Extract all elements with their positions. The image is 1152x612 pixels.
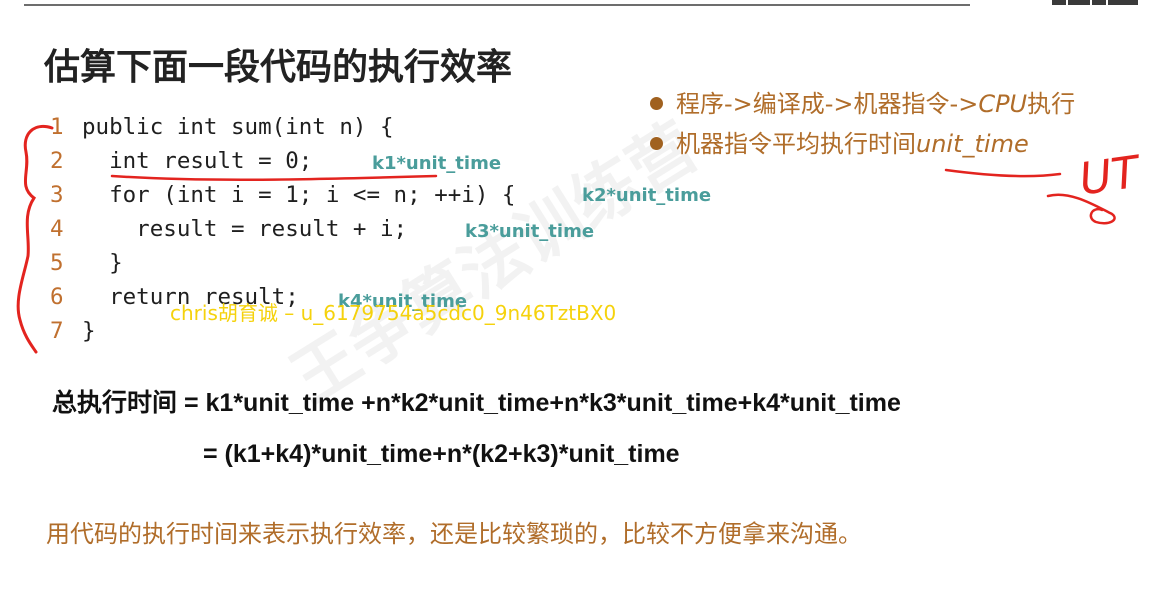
line-number: 6 [50, 284, 64, 310]
bullet-item: 机器指令平均执行时间unit_time [650, 126, 1075, 166]
code-line: 2 int result = 0; [50, 144, 312, 178]
line-number: 7 [50, 318, 64, 344]
line-number: 1 [50, 114, 64, 140]
bullet-text: 机器指令平均执行时间 [676, 130, 916, 158]
line-number: 4 [50, 216, 64, 242]
cost-annotation-k1: k1*unit_time [372, 153, 502, 174]
code-line: 7} [50, 314, 96, 348]
code-line: 3 for (int i = 1; i <= n; ++i) { [50, 178, 515, 212]
background-watermark: 王争算法训练营 [277, 107, 711, 419]
handwritten-ut: UT [1076, 146, 1145, 205]
line-number: 3 [50, 182, 64, 208]
code-text: public int sum(int n) { [82, 114, 394, 140]
code-line: 4 result = result + i; [50, 212, 407, 246]
slide-title: 估算下面一段代码的执行效率 [44, 47, 513, 88]
code-text: result = result + i; [82, 216, 408, 242]
cost-annotation-k3: k3*unit_time [465, 221, 595, 242]
bullet-text: 程序->编译成->机器指令-> [676, 90, 979, 118]
bullet-item: 程序->编译成->机器指令->CPU执行 [650, 86, 1075, 126]
cost-annotation-k2: k2*unit_time [582, 185, 712, 206]
code-line: 1 public int sum(int n) { [50, 110, 394, 144]
pen-tilde-mark [1046, 193, 1116, 225]
top-divider [24, 4, 970, 6]
code-text: int result = 0; [82, 148, 313, 174]
code-text: } [82, 318, 96, 344]
bullet-emphasis: CPU [978, 90, 1028, 118]
line-number: 5 [50, 250, 64, 276]
bullet-list: 程序->编译成->机器指令->CPU执行 机器指令平均执行时间unit_time [650, 86, 1075, 166]
line-number: 2 [50, 148, 64, 174]
formula-line-2: = (k1+k4)*unit_time+n*(k2+k3)*unit_time [203, 440, 680, 468]
bullet-emphasis: unit_time [916, 130, 1029, 158]
header-logo-fragment [1052, 0, 1152, 6]
formula-line-1: 总执行时间 = k1*unit_time +n*k2*unit_time+n*k… [52, 383, 901, 419]
pen-brace-mark [16, 125, 54, 354]
bullet-dot-icon [650, 97, 663, 110]
formula-expression: = k1*unit_time +n*k2*unit_time+n*k3*unit… [177, 389, 901, 417]
user-watermark: chris胡育诚 – u_6179754a5cdc0_9n46TztBX0 [170, 301, 617, 325]
summary-note: 用代码的执行时间来表示执行效率，还是比较繁琐的，比较不方便拿来沟通。 [46, 520, 862, 548]
bullet-dot-icon [650, 137, 663, 150]
code-text: } [82, 250, 123, 276]
code-line: 5 } [50, 246, 123, 280]
pen-underline-mark [944, 168, 1062, 178]
bullet-tail: 执行 [1027, 90, 1076, 118]
formula-label: 总执行时间 [52, 388, 178, 417]
code-text: for (int i = 1; i <= n; ++i) { [82, 182, 516, 208]
